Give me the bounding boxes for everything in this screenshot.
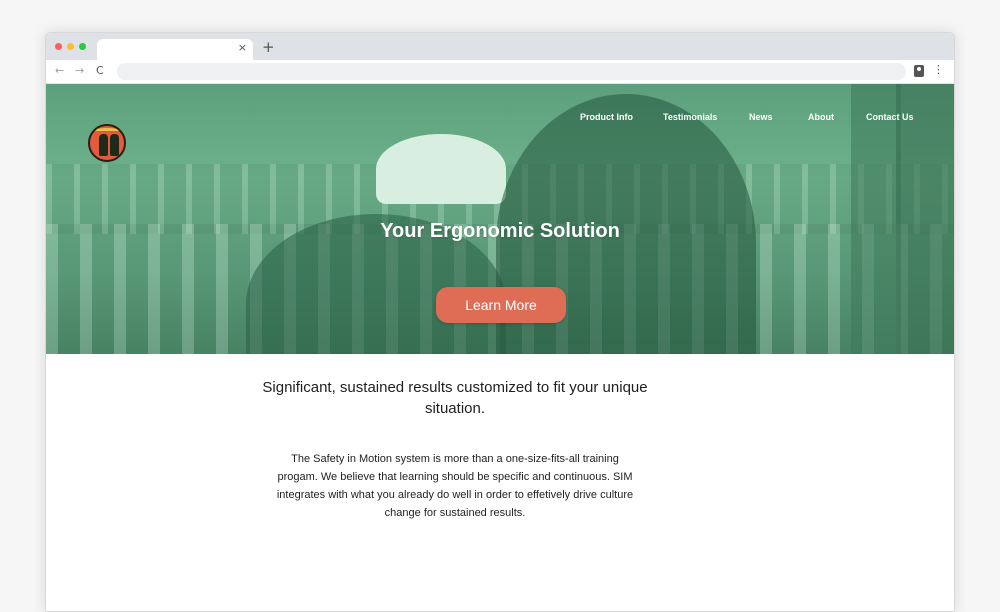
close-window-icon[interactable] [55, 43, 62, 50]
forward-arrow-icon[interactable]: → [75, 64, 84, 77]
reload-icon[interactable]: C [96, 64, 104, 77]
nav-news[interactable]: News [749, 112, 773, 122]
nav-testimonials[interactable]: Testimonials [663, 112, 717, 122]
browser-window: × + ← → C ⋮ Product Info Testimonials Ne… [45, 32, 955, 612]
hero-banner: Product Info Testimonials News About Con… [46, 84, 954, 354]
new-tab-icon[interactable]: + [262, 38, 275, 56]
hero-title: Your Ergonomic Solution [380, 220, 620, 242]
section-subtitle: Significant, sustained results customize… [262, 379, 648, 417]
logo-figure-icon [110, 134, 119, 156]
main-nav: Product Info Testimonials News About Con… [46, 112, 954, 128]
profile-icon[interactable] [914, 65, 924, 77]
nav-product-info[interactable]: Product Info [580, 112, 633, 122]
site-logo[interactable] [88, 124, 126, 162]
learn-more-button[interactable]: Learn More [436, 287, 566, 323]
maximize-window-icon[interactable] [79, 43, 86, 50]
tab-close-icon[interactable]: × [238, 41, 247, 54]
logo-arc-icon [93, 128, 121, 134]
nav-about[interactable]: About [808, 112, 834, 122]
back-arrow-icon[interactable]: ← [55, 64, 64, 77]
tab-bar: × + [46, 33, 954, 60]
section-body-text: The Safety in Motion system is more than… [276, 453, 634, 519]
logo-figure-icon [99, 134, 108, 156]
browser-tab[interactable]: × [97, 39, 253, 60]
nav-contact-us[interactable]: Contact Us [866, 112, 914, 122]
address-bar[interactable] [117, 63, 906, 80]
worker-helmet-image [376, 134, 506, 204]
window-controls [55, 43, 86, 50]
minimize-window-icon[interactable] [67, 43, 74, 50]
more-menu-icon[interactable]: ⋮ [933, 63, 944, 76]
browser-toolbar: ← → C ⋮ [46, 60, 954, 84]
